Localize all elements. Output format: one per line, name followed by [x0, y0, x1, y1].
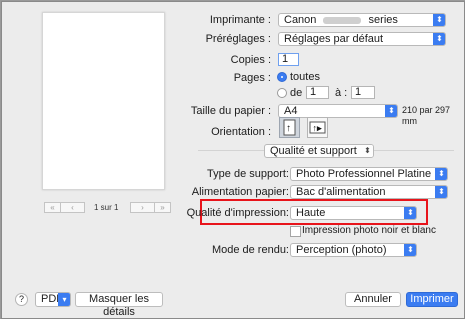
- chevron-updown-icon: ⬍: [435, 186, 447, 198]
- pages-all-radio[interactable]: [277, 72, 287, 82]
- paper-size-value: A4: [284, 105, 298, 117]
- next-page-button[interactable]: ›: [130, 202, 155, 213]
- help-icon: ?: [18, 294, 24, 304]
- printer-name: Canon: [284, 14, 317, 26]
- chevron-updown-icon: ⬍: [404, 207, 416, 219]
- printer-model-blurred: [323, 16, 362, 24]
- orientation-portrait-button[interactable]: ↑: [279, 117, 300, 138]
- first-page-button[interactable]: «: [44, 202, 61, 213]
- chevron-updown-icon: ⬍: [385, 105, 397, 117]
- hide-details-button[interactable]: Masquer les détails: [75, 292, 163, 318]
- pages-from-field[interactable]: 1: [306, 86, 329, 99]
- orientation-landscape-button[interactable]: ↑▸: [307, 117, 328, 138]
- paper-size-label: Taille du papier :: [190, 105, 271, 117]
- print-dialog: « ‹ 1 sur 1 › » Imprimante : Canon serie…: [1, 1, 465, 319]
- orientation-label: Orientation :: [211, 126, 271, 138]
- rendering-popup[interactable]: Perception (photo) ⬍: [290, 243, 417, 257]
- paper-source-value: Bac d'alimentation: [296, 186, 386, 198]
- paper-size-dimensions: 210 par 297 mm: [402, 105, 451, 126]
- pages-label: Pages :: [233, 72, 271, 84]
- pdf-menu-button[interactable]: PDF ▾: [35, 292, 71, 307]
- page-count-label: 1 sur 1: [94, 203, 119, 212]
- printer-popup[interactable]: Canon series ⬍: [278, 13, 446, 27]
- print-button[interactable]: Imprimer: [406, 292, 458, 307]
- presets-popup[interactable]: Réglages par défaut ⬍: [278, 32, 446, 46]
- chevron-updown-icon: ⬍: [435, 168, 447, 180]
- print-quality-label: Qualité d'impression:: [186, 207, 289, 219]
- chevron-updown-icon: ⬍: [361, 145, 373, 157]
- print-quality-value: Haute: [296, 207, 326, 219]
- grayscale-label: Impression photo noir et blanc: [302, 225, 436, 236]
- copies-label: Copies :: [230, 54, 271, 66]
- presets-label: Préréglages :: [205, 33, 271, 45]
- paper-source-popup[interactable]: Bac d'alimentation ⬍: [290, 185, 448, 199]
- svg-text:↑: ↑: [286, 123, 291, 134]
- section-popup[interactable]: Qualité et support ⬍: [264, 144, 374, 158]
- help-button[interactable]: ?: [15, 293, 28, 306]
- chevron-updown-icon: ⬍: [433, 14, 445, 26]
- chevron-updown-icon: ⬍: [433, 33, 445, 45]
- rendering-label: Mode de rendu:: [211, 244, 289, 256]
- printer-label: Imprimante :: [209, 14, 271, 26]
- print-quality-popup[interactable]: Haute ⬍: [290, 206, 417, 220]
- page-preview: [42, 12, 165, 190]
- chevron-updown-icon: ⬍: [404, 244, 416, 256]
- media-type-label: Type de support:: [207, 168, 289, 180]
- section-value: Qualité et support: [270, 145, 357, 157]
- portrait-icon: ↑: [283, 119, 296, 136]
- pages-all-label: toutes: [290, 71, 320, 83]
- pages-range-radio[interactable]: [277, 88, 287, 98]
- landscape-icon: ↑▸: [309, 121, 326, 134]
- chevron-down-icon: ▾: [58, 293, 70, 306]
- media-type-value: Photo Professionnel Platine: [296, 168, 432, 180]
- presets-value: Réglages par défaut: [284, 33, 384, 45]
- last-page-button[interactable]: »: [154, 202, 171, 213]
- pages-to-field[interactable]: 1: [351, 86, 375, 99]
- cancel-button[interactable]: Annuler: [345, 292, 401, 307]
- paper-size-popup[interactable]: A4 ⬍: [278, 104, 398, 118]
- printer-series: series: [368, 14, 398, 26]
- copies-field[interactable]: 1: [278, 53, 299, 66]
- svg-text:↑▸: ↑▸: [312, 123, 322, 133]
- paper-source-label: Alimentation papier:: [191, 186, 289, 198]
- rendering-value: Perception (photo): [296, 244, 387, 256]
- grayscale-checkbox[interactable]: [290, 226, 301, 237]
- media-type-popup[interactable]: Photo Professionnel Platine ⬍: [290, 167, 448, 181]
- prev-page-button[interactable]: ‹: [60, 202, 85, 213]
- pages-to-label: à :: [335, 87, 348, 99]
